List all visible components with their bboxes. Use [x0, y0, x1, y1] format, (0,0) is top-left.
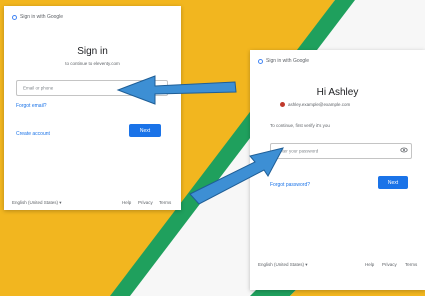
email-field[interactable]: Email or phone	[16, 80, 168, 96]
sign-in-card: Sign in with Google Sign in to continue …	[4, 6, 181, 210]
brand-text: Sign in with Google	[266, 58, 310, 64]
forgot-password-link[interactable]: Forgot password?	[270, 182, 310, 188]
help-link[interactable]: Help	[365, 262, 374, 267]
google-logo-icon	[258, 58, 263, 64]
create-account-link[interactable]: Create account	[16, 131, 50, 137]
page-subtitle: to continue to eleventy.com	[65, 61, 120, 66]
privacy-link[interactable]: Privacy	[138, 200, 153, 205]
verify-card: Sign in with Google Hi Ashley ashley.exa…	[250, 50, 425, 290]
next-button[interactable]: Next	[129, 124, 161, 137]
google-logo-icon	[12, 14, 17, 20]
brand-text: Sign in with Google	[20, 14, 64, 20]
chevron-down-icon: ▾	[59, 200, 62, 205]
next-button[interactable]: Next	[378, 176, 408, 189]
card-brand: Sign in with Google	[258, 58, 309, 64]
language-select[interactable]: English (United States) ▾	[258, 262, 308, 268]
terms-link[interactable]: Terms	[159, 200, 171, 205]
forgot-email-link[interactable]: Forgot email?	[16, 103, 47, 109]
card-brand: Sign in with Google	[12, 14, 63, 20]
page-title: Sign in	[77, 46, 108, 57]
chevron-down-icon: ▾	[305, 262, 308, 267]
avatar-icon	[280, 102, 285, 107]
privacy-link[interactable]: Privacy	[382, 262, 397, 267]
language-select[interactable]: English (United States) ▾	[12, 200, 62, 206]
password-field[interactable]: Enter your password	[270, 143, 412, 159]
eye-icon[interactable]	[400, 146, 408, 154]
verify-instruction: To continue, first verify it's you	[270, 123, 330, 128]
greeting-title: Hi Ashley	[316, 87, 359, 98]
terms-link[interactable]: Terms	[405, 262, 417, 267]
help-link[interactable]: Help	[122, 200, 131, 205]
account-chip[interactable]: ashley.example@example.com	[280, 102, 350, 107]
